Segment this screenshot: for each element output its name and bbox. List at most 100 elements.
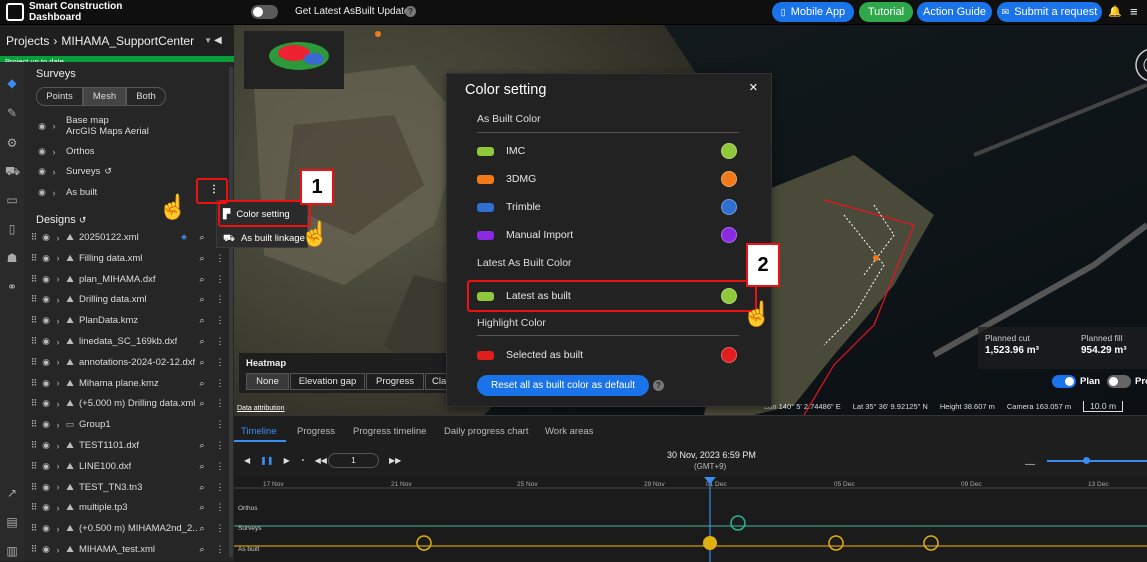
- drag-handle-icon[interactable]: ⠿: [28, 440, 40, 451]
- eye-icon[interactable]: ◉: [40, 419, 52, 430]
- search-icon[interactable]: ⌕: [196, 315, 208, 326]
- design-item[interactable]: ⠿ ◉ › ⛰ (+0.500 m) MIHAMA2nd_2... ⌕ ⋮: [24, 518, 234, 539]
- kebab-icon[interactable]: ⋮: [214, 419, 226, 430]
- tab-daily-progress-chart[interactable]: Daily progress chart: [444, 426, 528, 437]
- kebab-icon[interactable]: ⋮: [214, 294, 226, 305]
- layers-icon[interactable]: ◆: [5, 76, 19, 90]
- both-toggle[interactable]: Both: [126, 87, 166, 106]
- color-row-selected[interactable]: Selected as built: [477, 344, 757, 366]
- color-row-3dmg[interactable]: 3DMG: [477, 168, 757, 190]
- kebab-icon[interactable]: ⋮: [214, 482, 226, 493]
- chevron-right-icon[interactable]: ›: [52, 420, 64, 430]
- history-icon[interactable]: ↺: [79, 215, 87, 225]
- eye-icon[interactable]: ◉: [40, 294, 52, 305]
- drag-handle-icon[interactable]: ⠿: [28, 357, 40, 368]
- design-item[interactable]: ⠿ ◉ › ⛰ TEST1101.dxf ⌕ ⋮: [24, 435, 234, 456]
- eye-icon[interactable]: ◉: [40, 378, 52, 389]
- report-icon[interactable]: ▥: [5, 544, 19, 558]
- chevron-right-icon[interactable]: ›: [52, 233, 64, 243]
- submit-request-button[interactable]: ✉ Submit a request: [997, 2, 1102, 22]
- page-input[interactable]: 1: [328, 453, 379, 468]
- drag-handle-icon[interactable]: ⠿: [28, 378, 40, 389]
- chevron-right-icon[interactable]: ›: [52, 274, 64, 284]
- tutorial-button[interactable]: Tutorial: [859, 2, 913, 22]
- compass-icon[interactable]: [1132, 45, 1147, 85]
- search-icon[interactable]: ⌕: [196, 461, 208, 472]
- layer-basemap[interactable]: ◉ › Base map ArcGIS Maps Aerial: [24, 115, 234, 139]
- drag-handle-icon[interactable]: ⠿: [28, 419, 40, 430]
- export-icon[interactable]: ↗: [5, 486, 19, 500]
- help-icon[interactable]: ?: [653, 380, 664, 391]
- color-row-trimble[interactable]: Trimble: [477, 196, 757, 218]
- drag-handle-icon[interactable]: ⠿: [28, 274, 40, 285]
- chevron-right-icon[interactable]: ›: [52, 295, 64, 305]
- eye-icon[interactable]: ◉: [40, 274, 52, 285]
- drag-handle-icon[interactable]: ⠿: [28, 253, 40, 264]
- machine-icon[interactable]: ⛟: [5, 164, 20, 178]
- search-icon[interactable]: ⌕: [196, 294, 208, 305]
- drag-handle-icon[interactable]: ⠿: [28, 315, 40, 326]
- search-icon[interactable]: ⌕: [196, 357, 208, 368]
- selected-color-swatch[interactable]: [721, 347, 737, 363]
- search-icon[interactable]: ⌕: [196, 336, 208, 347]
- zoom-slider-handle[interactable]: [1083, 457, 1090, 464]
- kebab-icon[interactable]: ⋮: [214, 440, 226, 451]
- design-item[interactable]: ⠿ ◉ › ⛰ plan_MIHAMA.dxf ⌕ ⋮: [24, 269, 234, 290]
- design-item[interactable]: ⠿ ◉ › ⛰ TEST_TN3.tn3 ⌕ ⋮: [24, 477, 234, 498]
- kebab-icon[interactable]: ⋮: [214, 378, 226, 389]
- manual-import-color-swatch[interactable]: [721, 227, 737, 243]
- kebab-icon[interactable]: ⋮: [214, 315, 226, 326]
- color-row-manual-import[interactable]: Manual Import: [477, 224, 757, 246]
- drag-handle-icon[interactable]: ⠿: [28, 336, 40, 347]
- zoom-out-icon[interactable]: —: [1025, 459, 1035, 470]
- chevron-right-icon[interactable]: ›: [52, 357, 64, 367]
- network-icon[interactable]: ⚭: [5, 280, 19, 294]
- eye-icon[interactable]: ◉: [36, 146, 48, 157]
- reset-colors-button[interactable]: Reset all as built color as default: [477, 375, 649, 396]
- eye-icon[interactable]: ◉: [40, 253, 52, 264]
- trimble-color-swatch[interactable]: [721, 199, 737, 215]
- chevron-right-icon[interactable]: ›: [52, 482, 64, 492]
- chevron-right-icon[interactable]: ›: [52, 524, 64, 534]
- drag-handle-icon[interactable]: ⠿: [28, 523, 40, 534]
- drag-handle-icon[interactable]: ⠿: [28, 461, 40, 472]
- eye-icon[interactable]: ◉: [40, 440, 52, 451]
- kebab-icon[interactable]: ⋮: [214, 357, 226, 368]
- kebab-icon[interactable]: ⋮: [214, 502, 226, 513]
- eye-icon[interactable]: ◉: [40, 461, 52, 472]
- drag-handle-icon[interactable]: ⠿: [28, 544, 40, 555]
- heatmap-elevation-option[interactable]: Elevation gap: [290, 373, 365, 390]
- menu-icon[interactable]: ≡: [1130, 4, 1138, 19]
- search-icon[interactable]: ⌕: [196, 482, 208, 493]
- design-item[interactable]: ⠿ ◉ › ⛰ LINE100.dxf ⌕ ⋮: [24, 456, 234, 477]
- eye-icon[interactable]: ◉: [36, 187, 48, 198]
- mesh-toggle[interactable]: Mesh: [83, 87, 126, 106]
- design-item[interactable]: ⠿ ◉ › ⛰ annotations-2024-02-12.dxf ⌕ ⋮: [24, 352, 234, 373]
- eye-icon[interactable]: ◉: [40, 357, 52, 368]
- chevron-right-icon[interactable]: ›: [52, 503, 64, 513]
- design-item[interactable]: ⠿ ◉ › ⛰ multiple.tp3 ⌕ ⋮: [24, 497, 234, 518]
- design-item[interactable]: ⠿ ◉ › ▭ Group1 ⋮: [24, 414, 234, 435]
- heatmap-none-option[interactable]: None: [246, 373, 289, 390]
- mobile-app-button[interactable]: ▯ Mobile App: [772, 2, 854, 22]
- chevron-right-icon[interactable]: ›: [52, 337, 64, 347]
- breadcrumb-projects[interactable]: Projects: [6, 34, 49, 48]
- search-icon[interactable]: ⌕: [196, 440, 208, 451]
- data-attribution-link[interactable]: Data attribution: [237, 405, 284, 412]
- search-icon[interactable]: ⌕: [196, 378, 208, 389]
- chevron-right-icon[interactable]: ›: [52, 316, 64, 326]
- kebab-icon[interactable]: ⋮: [214, 523, 226, 534]
- chevron-right-icon[interactable]: ›: [48, 147, 60, 157]
- tab-progress-timeline[interactable]: Progress timeline: [353, 426, 426, 437]
- chevron-right-icon[interactable]: ›: [52, 378, 64, 388]
- plan-toggle[interactable]: [1052, 375, 1076, 388]
- design-item[interactable]: ⠿ ◉ › ⛰ Filling data.xml ⌕ ⋮: [24, 248, 234, 269]
- chevron-right-icon[interactable]: ›: [52, 253, 64, 263]
- chevron-down-icon[interactable]: ▼: [204, 36, 212, 45]
- asbuilt-marker-selected[interactable]: [703, 536, 717, 550]
- points-toggle[interactable]: Points: [36, 87, 83, 106]
- help-icon[interactable]: ?: [405, 6, 416, 17]
- kebab-icon[interactable]: ⋮: [214, 253, 226, 264]
- design-item[interactable]: ⠿ ◉ › ⛰ MIHAMA_test.xml ⌕ ⋮: [24, 539, 234, 560]
- design-item[interactable]: ⠿ ◉ › ⛰ (+5.000 m) Drilling data.xml ⌕ ⋮: [24, 393, 234, 414]
